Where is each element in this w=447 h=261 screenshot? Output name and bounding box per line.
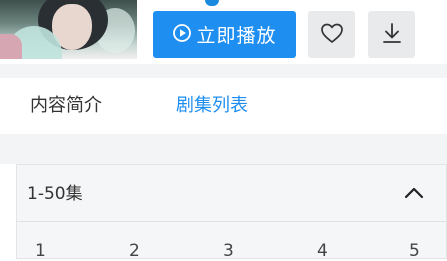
episode-range-panel: 1-50集 1 2 3 4 5: [16, 164, 447, 261]
episode-item[interactable]: 3: [223, 241, 234, 261]
title-fragment: [205, 0, 219, 6]
tab-episode-list[interactable]: 剧集列表: [176, 94, 248, 118]
detail-header: 立即播放: [0, 0, 447, 64]
episode-item[interactable]: 2: [129, 241, 140, 261]
episode-item[interactable]: 4: [317, 241, 328, 261]
tab-bar: 内容简介 剧集列表: [0, 78, 447, 134]
tab-synopsis[interactable]: 内容简介: [30, 94, 102, 118]
section-divider: [0, 64, 447, 78]
play-circle-icon: [172, 23, 192, 47]
episode-item[interactable]: 5: [409, 241, 420, 261]
episode-range-label[interactable]: 1-50集: [27, 179, 83, 204]
cover-image[interactable]: [0, 0, 137, 59]
play-now-label: 立即播放: [196, 25, 277, 47]
favorite-button[interactable]: [308, 11, 355, 58]
chevron-up-icon[interactable]: [404, 185, 424, 204]
heart-icon: [320, 22, 344, 48]
episode-item[interactable]: 1: [35, 241, 46, 261]
panel-divider: [17, 221, 446, 222]
play-now-button[interactable]: 立即播放: [153, 11, 296, 58]
download-button[interactable]: [368, 11, 415, 58]
section-divider: [0, 134, 447, 164]
download-icon: [380, 21, 404, 49]
